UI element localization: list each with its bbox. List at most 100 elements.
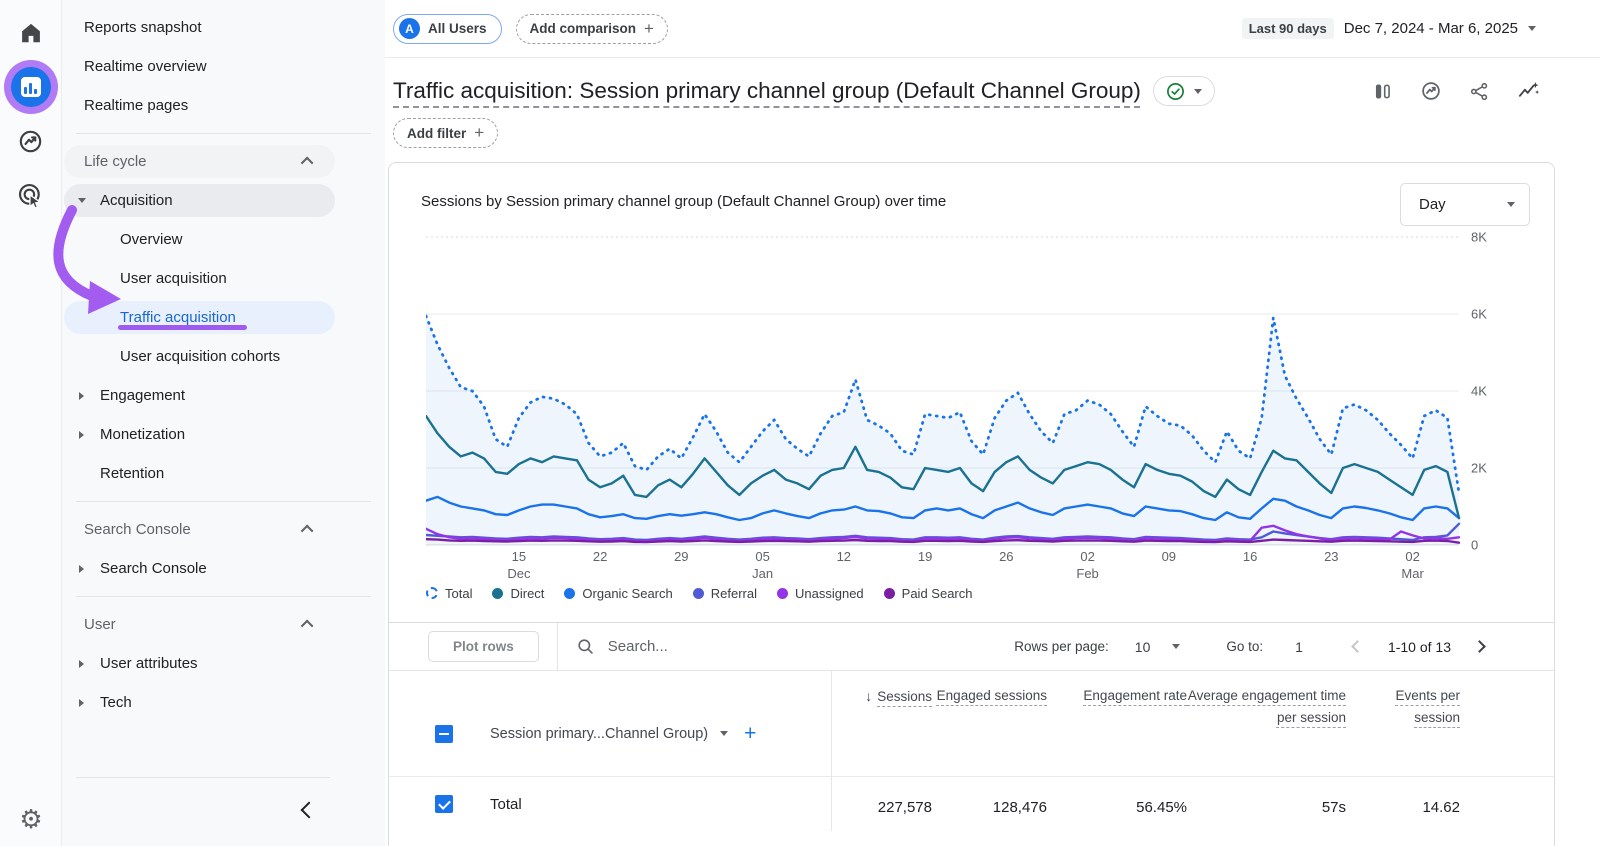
collapse-sidebar-button[interactable]: [301, 802, 318, 819]
sidebar-item-search-console[interactable]: Search Console: [62, 549, 385, 588]
comparison-panel-icon[interactable]: [1372, 81, 1393, 102]
sidebar-item-user-acquisition-cohorts[interactable]: User acquisition cohorts: [62, 337, 385, 376]
caret-right-icon[interactable]: [79, 431, 84, 439]
pagination-range: 1-10 of 13: [1388, 639, 1451, 655]
chevron-up-icon[interactable]: [301, 525, 314, 538]
add-dimension-icon[interactable]: +: [744, 722, 756, 746]
y-axis-tick-label: 6K: [1471, 307, 1487, 322]
total-sessions: 227,578: [831, 777, 932, 831]
previous-page-icon[interactable]: [1351, 640, 1364, 653]
report-status-pill[interactable]: [1153, 76, 1215, 106]
legend-swatch-icon: [693, 588, 704, 599]
legend-item-unassigned[interactable]: Unassigned: [777, 586, 864, 601]
x-axis-month-label: Jan: [752, 566, 773, 581]
x-axis-tick-label: 15: [512, 549, 526, 564]
sidebar-footer-divider: [76, 777, 330, 778]
legend-item-total[interactable]: Total: [426, 586, 472, 601]
sidebar-item-realtime-pages[interactable]: Realtime pages: [62, 86, 385, 125]
sidebar-item-reports-snapshot[interactable]: Reports snapshot: [62, 8, 385, 47]
x-axis-tick-label: 16: [1243, 549, 1257, 564]
rows-per-page-value[interactable]: 10: [1135, 639, 1151, 655]
sidebar-item-label: Acquisition: [100, 192, 173, 209]
sidebar-item-label: Realtime pages: [84, 97, 188, 114]
y-axis-tick-label: 4K: [1471, 384, 1487, 399]
chevron-up-icon[interactable]: [301, 620, 314, 633]
sidebar-item-realtime-overview[interactable]: Realtime overview: [62, 47, 385, 86]
dimension-caret-icon[interactable]: [720, 731, 728, 736]
granularity-select[interactable]: Day: [1400, 183, 1530, 226]
sidebar-item-acquisition[interactable]: Acquisition: [62, 181, 385, 220]
sidebar-item-monetization[interactable]: Monetization: [62, 415, 385, 454]
sidebar-divider: [76, 133, 371, 134]
x-axis-tick-label: 23: [1324, 549, 1338, 564]
traffic-acquisition-underline-annotation: [118, 325, 247, 330]
chart-legend: Total Direct Organic Search Referral Unassig…: [426, 583, 1554, 603]
dimension-header[interactable]: Session primary...Channel Group): [490, 726, 708, 742]
legend-swatch-icon: [884, 588, 895, 599]
sidebar-section-life-cycle[interactable]: Life cycle: [62, 142, 385, 181]
caret-right-icon[interactable]: [79, 392, 84, 400]
legend-item-referral[interactable]: Referral: [693, 586, 757, 601]
rows-per-page-caret-icon[interactable]: [1172, 644, 1180, 649]
table-toolbar: Plot rows Rows per page: 10 Go to: 1: [389, 623, 1554, 670]
sidebar: Reports snapshot Realtime overview Realtim…: [62, 0, 385, 846]
page-title: Traffic acquisition: Session primary cha…: [393, 78, 1141, 104]
report-header: Traffic acquisition: Session primary cha…: [385, 58, 1600, 106]
column-header-events-per-session[interactable]: Events per session: [1346, 671, 1460, 776]
sparkline-insights-icon[interactable]: [1517, 80, 1540, 103]
date-caret-icon[interactable]: [1528, 26, 1536, 31]
add-filter-button[interactable]: Add filter +: [393, 118, 498, 148]
all-users-chip[interactable]: A All Users: [393, 14, 502, 44]
settings-gear-icon[interactable]: ⚙: [0, 806, 62, 832]
add-filter-label: Add filter: [407, 126, 466, 141]
legend-item-organic-search[interactable]: Organic Search: [564, 586, 672, 601]
plot-rows-button[interactable]: Plot rows: [428, 631, 539, 662]
explore-icon[interactable]: [4, 114, 58, 168]
sidebar-item-label: Monetization: [100, 426, 185, 443]
x-axis-tick-label: 26: [999, 549, 1013, 564]
legend-label: Direct: [510, 586, 544, 601]
share-icon[interactable]: [1469, 81, 1490, 102]
sidebar-section-user[interactable]: User: [62, 605, 385, 644]
y-axis-tick-label: 0: [1471, 538, 1478, 553]
sidebar-item-overview[interactable]: Overview: [62, 220, 385, 259]
legend-item-direct[interactable]: Direct: [492, 586, 544, 601]
next-page-icon[interactable]: [1473, 640, 1486, 653]
sidebar-section-search-console[interactable]: Search Console: [62, 510, 385, 549]
total-engaged-sessions: 128,476: [932, 777, 1047, 831]
sidebar-item-engagement[interactable]: Engagement: [62, 376, 385, 415]
total-row-checkbox[interactable]: [435, 795, 453, 813]
legend-swatch-icon: [492, 588, 503, 599]
column-header-engaged-sessions[interactable]: Engaged sessions: [932, 671, 1047, 776]
sidebar-item-retention[interactable]: Retention: [62, 454, 385, 493]
select-all-checkbox[interactable]: [435, 725, 453, 743]
goto-page-value[interactable]: 1: [1295, 639, 1303, 655]
date-preset-badge: Last 90 days: [1242, 18, 1334, 39]
sidebar-item-user-attributes[interactable]: User attributes: [62, 644, 385, 683]
topbar: A All Users Add comparison + Last 90 day…: [385, 0, 1600, 58]
add-comparison-button[interactable]: Add comparison +: [516, 14, 668, 44]
sidebar-item-label: Reports snapshot: [84, 19, 202, 36]
sidebar-item-user-acquisition[interactable]: User acquisition: [62, 259, 385, 298]
caret-down-icon[interactable]: [78, 198, 86, 203]
column-header-avg-engagement-time[interactable]: Average engagement time per session: [1187, 671, 1346, 776]
sidebar-item-traffic-acquisition[interactable]: Traffic acquisition: [62, 298, 385, 337]
column-header-sessions[interactable]: ↓Sessions: [831, 671, 932, 776]
caret-right-icon[interactable]: [79, 565, 84, 573]
caret-right-icon[interactable]: [79, 699, 84, 707]
sidebar-item-label: Search Console: [84, 521, 191, 538]
caret-right-icon[interactable]: [79, 660, 84, 668]
reports-icon[interactable]: [4, 60, 58, 114]
x-axis-month-label: Feb: [1076, 566, 1098, 581]
insights-icon[interactable]: [1420, 80, 1442, 102]
advertising-icon[interactable]: [4, 168, 58, 222]
date-range-selector[interactable]: Dec 7, 2024 - Mar 6, 2025: [1344, 20, 1518, 37]
legend-label: Unassigned: [795, 586, 864, 601]
column-header-engagement-rate[interactable]: Engagement rate: [1047, 671, 1187, 776]
sidebar-item-tech[interactable]: Tech: [62, 683, 385, 722]
legend-item-paid-search[interactable]: Paid Search: [884, 586, 973, 601]
x-axis-tick-label: 12: [837, 549, 851, 564]
home-icon[interactable]: [4, 6, 58, 60]
search-input[interactable]: [608, 638, 828, 655]
total-events-per-session: 14.62: [1346, 777, 1460, 831]
